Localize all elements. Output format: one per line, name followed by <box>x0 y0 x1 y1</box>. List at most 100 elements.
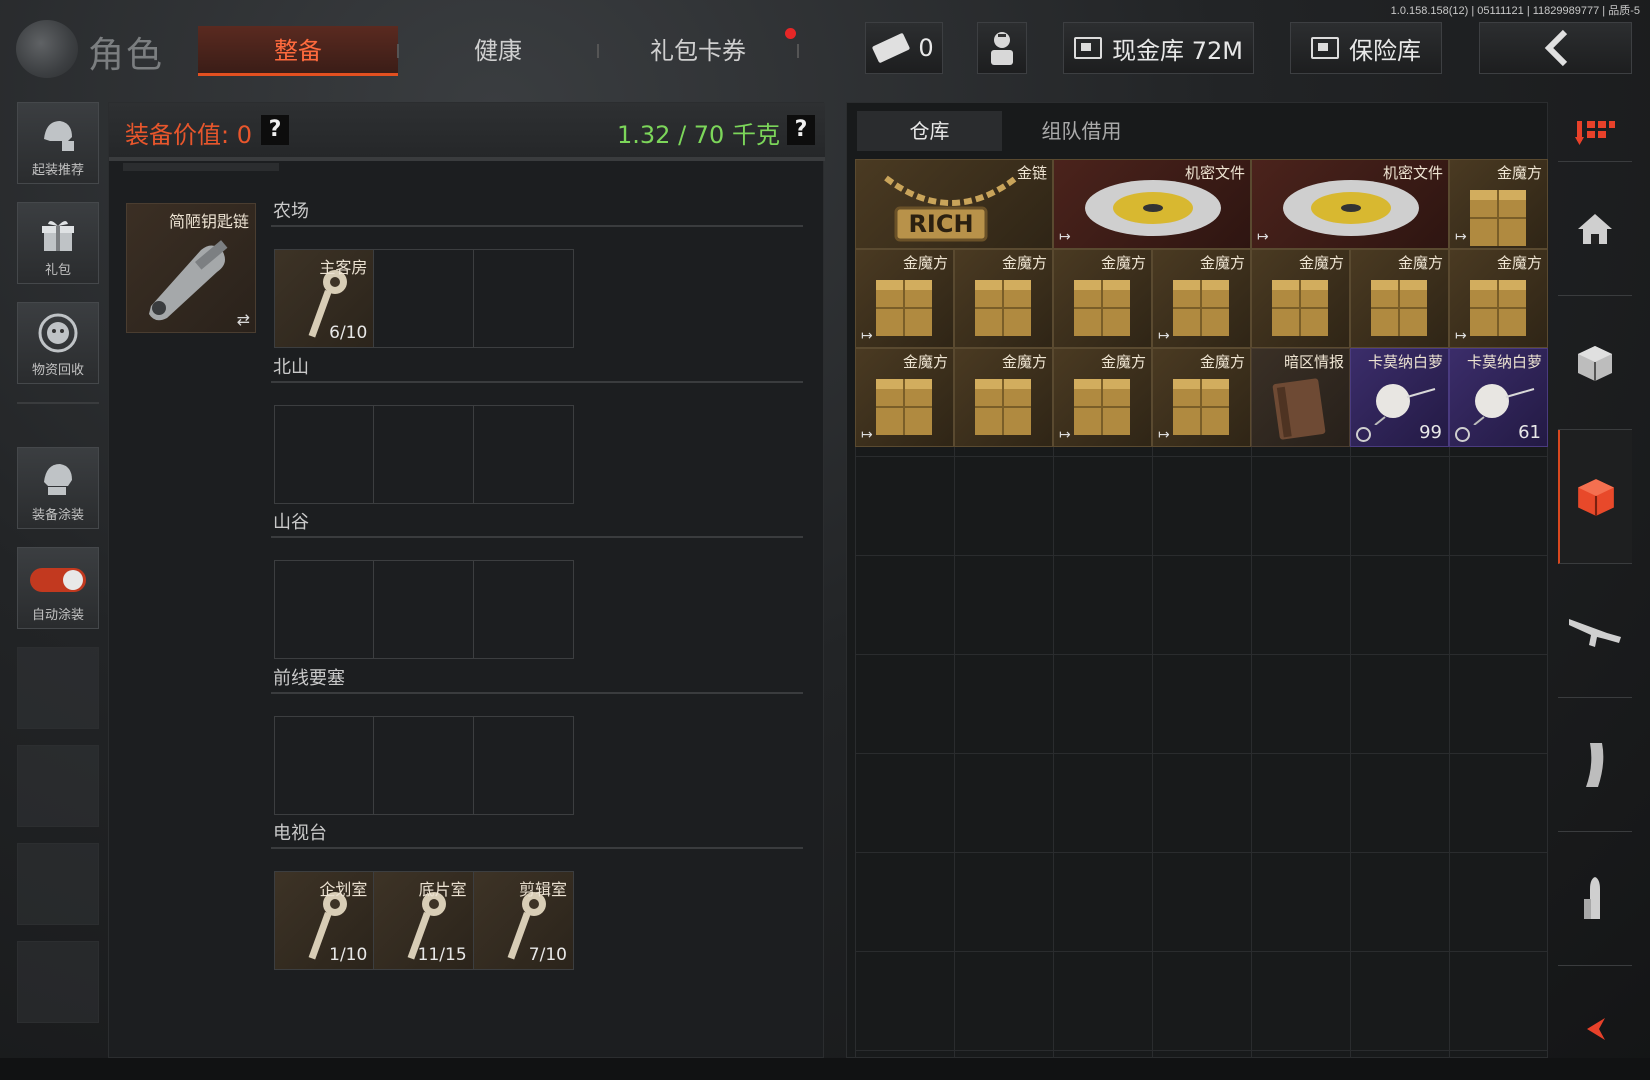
auto-paint-toggle[interactable]: 自动涂装 <box>17 547 99 629</box>
gold-cube-icon <box>1470 280 1526 336</box>
gift-pack-button[interactable]: 礼包 <box>17 202 99 284</box>
item-name: 机密文件 <box>1382 164 1443 182</box>
cash-vault-label: 现金库 72M <box>1112 36 1243 65</box>
key-uses: 1/10 <box>329 945 368 965</box>
safe-box-label: 保险库 <box>1349 36 1421 65</box>
item-gold-cube[interactable]: 金魔方 ↦ <box>855 348 954 447</box>
empty-slot <box>17 647 99 729</box>
toggle-icon[interactable] <box>30 568 86 592</box>
collapse-sidebar-button[interactable] <box>1560 1004 1632 1054</box>
ticket-counter[interactable]: 0 <box>865 22 943 74</box>
tab-warehouse[interactable]: 仓库 <box>857 111 1002 151</box>
ammo-button[interactable] <box>1558 832 1632 966</box>
operator-button[interactable] <box>977 22 1027 74</box>
empty-key-slot[interactable] <box>474 406 573 503</box>
item-gold-cube[interactable]: 金魔方 ↦ <box>1449 159 1548 249</box>
key-slot[interactable]: 主客房 6/10 <box>275 250 375 347</box>
empty-key-slot[interactable] <box>374 406 474 503</box>
recycle-button[interactable]: 物资回收 <box>17 302 99 384</box>
helmet-icon <box>44 121 74 151</box>
key-slot[interactable]: 企划室 1/10 <box>275 872 375 969</box>
key-slots-frontline-fortress <box>274 716 574 815</box>
key-slot[interactable]: 底片室 11/15 <box>374 872 474 969</box>
empty-key-slot[interactable] <box>374 250 474 347</box>
sort-button[interactable] <box>1558 102 1632 162</box>
empty-key-slot[interactable] <box>275 717 375 814</box>
item-gold-cube[interactable]: 金魔方 ↦ <box>1449 249 1548 348</box>
equipment-value: 装备价值: 0 <box>125 121 252 149</box>
key-name: 企划室 <box>319 880 368 899</box>
key-uses: 6/10 <box>329 323 368 343</box>
item-gold-chain[interactable]: RICH 金链 <box>855 159 1053 249</box>
empty-key-slot[interactable] <box>275 406 375 503</box>
item-confidential-file[interactable]: 机密文件 ↦ <box>1251 159 1449 249</box>
item-count: 61 <box>1518 422 1541 443</box>
export-icon: ↦ <box>861 427 873 443</box>
item-radish[interactable]: 卡莫纳白萝 99 <box>1350 348 1449 447</box>
sidebar-item-label: 起装推荐 <box>31 163 84 178</box>
gold-cube-icon <box>1074 379 1130 435</box>
item-gold-cube[interactable]: 金魔方 <box>1053 249 1152 348</box>
package-button[interactable] <box>1558 296 1632 430</box>
keychain-icon <box>149 240 228 321</box>
item-gold-cube[interactable]: 金魔方 <box>954 348 1053 447</box>
item-gold-cube[interactable]: 金魔方 ↦ <box>1053 348 1152 447</box>
warehouse-button[interactable] <box>1558 430 1632 564</box>
operator-icon <box>991 32 1013 65</box>
export-icon: ↦ <box>1059 427 1071 443</box>
empty-key-slot[interactable] <box>474 717 573 814</box>
radish-icon <box>1374 384 1436 425</box>
divider <box>271 225 803 227</box>
item-gold-cube[interactable]: 金魔方 ↦ <box>1152 348 1251 447</box>
ammo-icon <box>1584 876 1600 919</box>
weapons-button[interactable] <box>1558 564 1632 698</box>
empty-slot <box>17 745 99 827</box>
paint-equipment-button[interactable]: 装备涂装 <box>17 447 99 529</box>
item-gold-cube[interactable]: 金魔方 <box>1251 249 1350 348</box>
item-name: 暗区情报 <box>1283 353 1344 371</box>
item-gold-cube[interactable]: 金魔方 ↦ <box>855 249 954 348</box>
help-button[interactable]: ? <box>261 115 289 145</box>
gold-cube-icon <box>876 280 932 336</box>
item-gold-cube[interactable]: 金魔方 <box>1350 249 1449 348</box>
export-icon: ↦ <box>1059 229 1071 245</box>
item-dark-zone-intel[interactable]: 暗区情报 <box>1251 348 1350 447</box>
back-button[interactable] <box>1479 22 1632 74</box>
keychain-slot[interactable]: 简陋钥匙链 ⇄ <box>126 203 256 333</box>
cash-vault-button[interactable]: 现金库 72M <box>1063 22 1254 74</box>
notification-dot <box>785 28 796 39</box>
key-uses: 11/15 <box>417 945 467 965</box>
chevron-left-icon <box>1544 29 1567 67</box>
tab-gift-coupons[interactable]: 礼包卡券 <box>598 26 798 76</box>
empty-key-slot[interactable] <box>275 561 375 658</box>
tab-team-borrow[interactable]: 组队借用 <box>1009 111 1154 151</box>
gold-cube-icon <box>975 280 1031 336</box>
empty-key-slot[interactable] <box>374 717 474 814</box>
help-button[interactable]: ? <box>787 115 815 145</box>
item-confidential-file[interactable]: 机密文件 ↦ <box>1053 159 1251 249</box>
safe-box-button[interactable]: 保险库 <box>1290 22 1442 74</box>
export-icon: ↦ <box>1455 229 1467 245</box>
magazine-icon <box>1586 742 1604 787</box>
empty-key-slot[interactable] <box>474 561 573 658</box>
warehouse-grid: RICH 金链 机密文件 ↦ 机密文件 ↦ 金魔方 ↦ 金魔方 ↦ 金魔方 金魔… <box>855 159 1548 1059</box>
divider <box>271 381 803 383</box>
game-logo <box>16 20 78 78</box>
empty-key-slot[interactable] <box>474 250 573 347</box>
magazines-button[interactable] <box>1558 698 1632 832</box>
loadout-recommend-button[interactable]: 起装推荐 <box>17 102 99 184</box>
item-gold-cube[interactable]: 金魔方 ↦ <box>1152 249 1251 348</box>
safe-icon <box>1311 37 1339 59</box>
empty-key-slot[interactable] <box>374 561 474 658</box>
tab-prepare[interactable]: 整备 <box>198 26 398 76</box>
export-icon: ↦ <box>1158 328 1170 344</box>
item-radish[interactable]: 卡莫纳白萝 61 <box>1449 348 1548 447</box>
home-button[interactable] <box>1558 162 1632 296</box>
triangle-left-icon <box>1587 1018 1605 1040</box>
equipment-header: 装备价值: 0 ? 1.32 / 70 千克 ? <box>109 103 825 161</box>
item-name: 卡莫纳白萝 <box>1466 353 1542 371</box>
swap-icon[interactable]: ⇄ <box>237 310 250 329</box>
item-gold-cube[interactable]: 金魔方 <box>954 249 1053 348</box>
tab-health[interactable]: 健康 <box>398 26 598 76</box>
key-slot[interactable]: 剪辑室 7/10 <box>473 872 573 969</box>
